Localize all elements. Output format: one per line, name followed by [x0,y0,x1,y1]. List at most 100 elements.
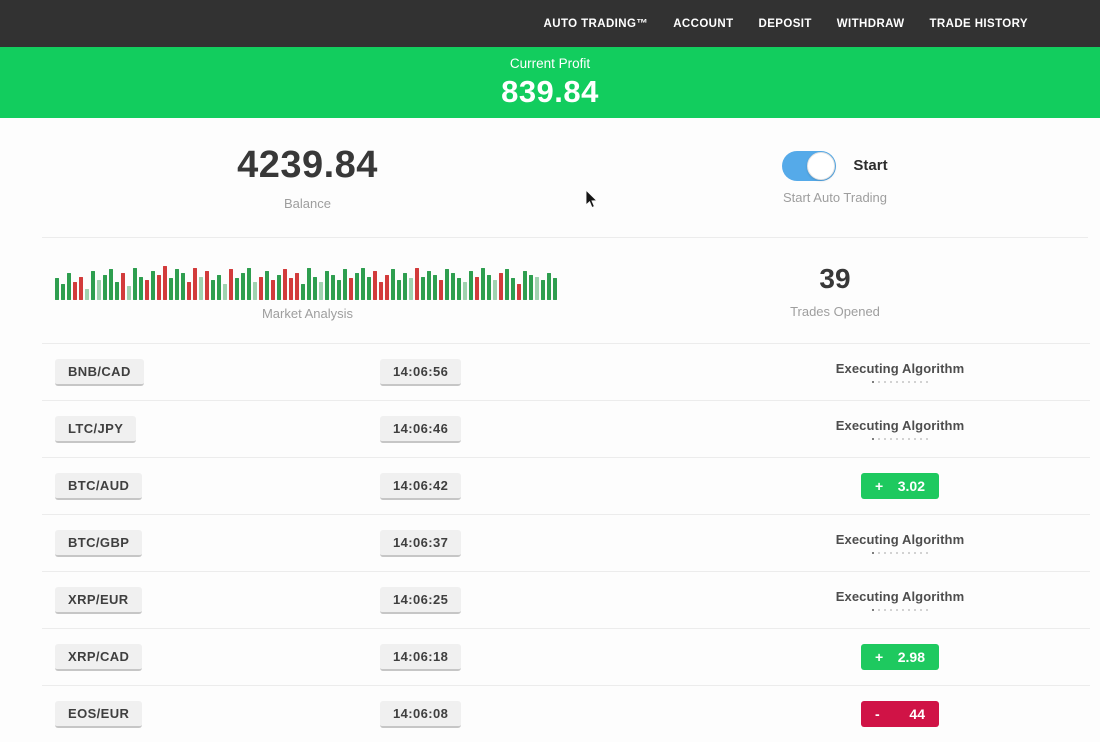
result-badge: +3.02 [861,473,939,499]
market-analysis-section: Market Analysis 39 Trades Opened [0,238,1100,343]
chart-bar [79,277,83,300]
nav-item-deposit[interactable]: DEPOSIT [759,18,812,30]
chart-bar [325,271,329,300]
table-row: EOS/EUR14:06:08-44 [42,685,1090,742]
chart-bar [403,273,407,300]
result-badge: -44 [861,701,939,727]
trades-opened-value: 39 [819,263,850,295]
chart-bar [289,278,293,300]
chart-bar [445,269,449,300]
table-row: LTC/JPY14:06:46Executing Algorithm [42,400,1090,457]
chart-bar [127,286,131,300]
trade-time: 14:06:42 [380,473,461,500]
chart-bar [541,280,545,300]
chart-bar [145,280,149,300]
chart-bar [439,280,443,300]
chart-bar [205,271,209,300]
chart-bar [61,284,65,300]
chart-bar [283,269,287,300]
table-row: BTC/GBP14:06:37Executing Algorithm [42,514,1090,571]
trade-time: 14:06:25 [380,587,461,614]
chart-bar [433,275,437,300]
chart-bar [97,280,101,300]
chart-bar [397,280,401,300]
chart-bar [259,277,263,300]
chart-bar [121,273,125,300]
chart-bar [523,271,527,300]
market-analysis-cell: Market Analysis [0,238,615,343]
chart-bar [247,268,251,300]
chart-bar [451,273,455,300]
chart-bar [367,277,371,300]
start-auto-trading-label: Start Auto Trading [783,190,887,205]
chart-bar [187,282,191,300]
chart-bar [517,284,521,300]
chart-bar [169,278,173,300]
start-toggle-label: Start [853,157,887,174]
chart-bar [235,278,239,300]
nav-item-trade-history[interactable]: TRADE HISTORY [930,18,1029,30]
nav-item-withdraw[interactable]: WITHDRAW [837,18,905,30]
executing-algorithm-label: Executing Algorithm [836,361,965,376]
chart-bar [475,277,479,300]
pair-badge: XRP/EUR [55,587,142,614]
chart-bar [511,278,515,300]
auto-trading-cell: Start Start Auto Trading [615,118,1055,237]
chart-bar [499,273,503,300]
chart-bar [73,282,77,300]
trade-status: Executing Algorithm [836,589,965,612]
chart-bar [241,273,245,300]
chart-bar [229,269,233,300]
chart-bar [139,277,143,300]
chart-bar [271,280,275,300]
chart-bar [487,275,491,300]
chart-bar [193,268,197,300]
chart-bar [373,271,377,300]
executing-algorithm-label: Executing Algorithm [836,532,965,547]
chart-bar [319,282,323,300]
toggle-knob-icon [807,152,835,180]
chart-bar [277,275,281,300]
market-analysis-chart [55,264,560,300]
chart-bar [307,268,311,300]
navbar-menu: AUTO TRADING™ ACCOUNT DEPOSIT WITHDRAW TRADE… [544,18,1028,30]
executing-algorithm-label: Executing Algorithm [836,418,965,433]
chart-bar [67,273,71,300]
nav-item-auto-trading[interactable]: AUTO TRADING™ [544,18,649,30]
chart-bar [55,278,59,300]
trades-opened-label: Trades Opened [790,304,880,319]
chart-bar [331,275,335,300]
nav-item-account[interactable]: ACCOUNT [673,18,733,30]
trade-time: 14:06:46 [380,416,461,443]
result-badge: +2.98 [861,644,939,670]
balance-value: 4239.84 [237,144,378,187]
chart-bar [379,282,383,300]
executing-algorithm-label: Executing Algorithm [836,589,965,604]
pair-badge: XRP/CAD [55,644,142,671]
chart-bar [343,269,347,300]
trade-time: 14:06:08 [380,701,461,728]
chart-bar [529,275,533,300]
trades-table: BNB/CAD14:06:56Executing AlgorithmLTC/JP… [0,343,1100,742]
chart-bar [385,275,389,300]
chart-bar [427,271,431,300]
progress-dots-icon [836,438,965,441]
chart-bar [211,280,215,300]
chart-bar [295,273,299,300]
chart-bar [103,275,107,300]
chart-bar [181,273,185,300]
auto-trading-toggle[interactable] [782,151,836,181]
trade-time: 14:06:37 [380,530,461,557]
chart-bar [115,282,119,300]
chart-bar [463,282,467,300]
chart-bar [421,277,425,300]
chart-bar [553,278,557,300]
chart-bar [223,284,227,300]
trade-time: 14:06:56 [380,359,461,386]
chart-bar [217,275,221,300]
trade-status: Executing Algorithm [836,532,965,555]
trade-status: Executing Algorithm [836,361,965,384]
chart-bar [349,278,353,300]
balance-cell: 4239.84 Balance [0,118,615,237]
chart-bar [457,278,461,300]
